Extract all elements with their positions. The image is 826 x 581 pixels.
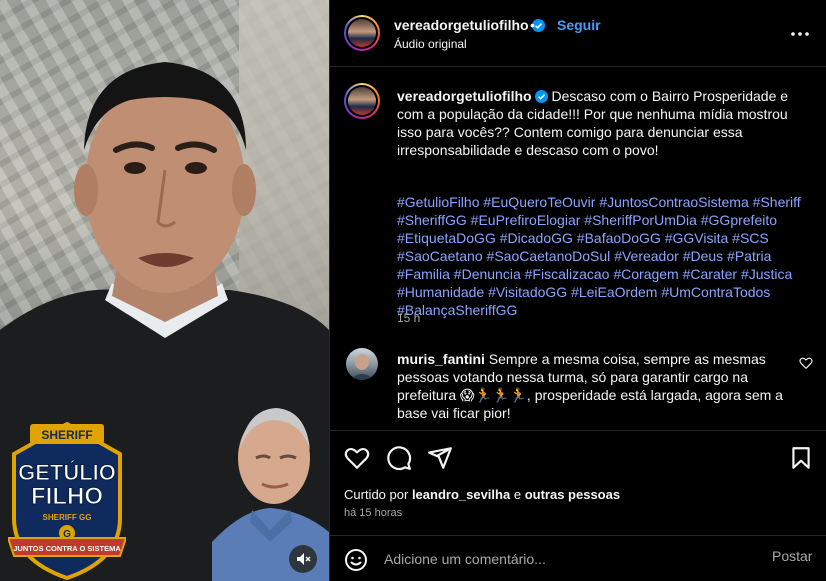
hashtag-link[interactable]: #Vereador	[614, 248, 679, 264]
author-username[interactable]: vereadorgetuliofilho	[394, 17, 545, 33]
commenter-avatar[interactable]	[346, 348, 378, 380]
hashtag-link[interactable]: #Coragem	[613, 266, 678, 282]
hashtag-link[interactable]: #VisitadoGG	[488, 284, 567, 300]
commenter-username[interactable]: muris_fantini	[397, 351, 485, 367]
liked-by-and: e	[513, 487, 522, 502]
hashtag-link[interactable]: #GGVisita	[665, 230, 729, 246]
hashtag-link[interactable]: #SheriffPorUmDia	[584, 212, 697, 228]
caption-username[interactable]: vereadorgetuliofilho	[397, 88, 532, 104]
mute-icon	[297, 553, 311, 565]
hashtag-link[interactable]: #UmContraTodos	[661, 284, 770, 300]
hashtag-link[interactable]: #GGprefeito	[701, 212, 777, 228]
hashtag-link[interactable]: #JuntosContraoSistema	[599, 194, 748, 210]
more-icon[interactable]	[788, 24, 812, 44]
hashtag-link[interactable]: #Patria	[727, 248, 771, 264]
badge-sub-text: SHERIFF GG	[43, 513, 92, 522]
liked-by-others[interactable]: outras pessoas	[525, 487, 620, 502]
hashtag-link[interactable]: #BafaoDoGG	[577, 230, 661, 246]
liked-by-user[interactable]: leandro_sevilha	[412, 487, 510, 502]
hashtag-link[interactable]: #Deus	[683, 248, 723, 264]
caption-hashtags: #GetulioFilho #EuQueroTeOuvir #JuntosCon…	[397, 193, 807, 319]
add-comment-input[interactable]	[384, 546, 754, 572]
share-icon[interactable]	[427, 445, 453, 471]
liked-by-line: Curtido por leandro_sevilha e outras pes…	[344, 487, 620, 502]
hashtag-link[interactable]: #SCS	[732, 230, 769, 246]
hashtag-link[interactable]: #Fiscalizacao	[525, 266, 610, 282]
badge-name-line1: GETÚLIO	[18, 460, 116, 485]
add-comment-bar: Postar	[330, 535, 826, 581]
hashtag-link[interactable]: #LeiEaOrdem	[571, 284, 657, 300]
hashtag-link[interactable]: #SaoCaetano	[397, 248, 483, 264]
hashtag-link[interactable]: #EuQueroTeOuvir	[483, 194, 595, 210]
verified-icon	[534, 90, 548, 103]
comment-text-block: muris_fantini Sempre a mesma coisa, semp…	[397, 350, 797, 422]
hashtag-link[interactable]: #Justica	[741, 266, 792, 282]
bookmark-icon[interactable]	[788, 445, 814, 471]
hashtag-link[interactable]: #EuPrefiroElogiar	[471, 212, 581, 228]
emoji-icon[interactable]	[344, 548, 368, 572]
post-comment-button[interactable]: Postar	[772, 548, 812, 564]
author-avatar[interactable]	[344, 15, 380, 51]
mute-button[interactable]	[289, 545, 317, 573]
comment-like-heart-icon[interactable]	[799, 356, 813, 370]
heart-icon[interactable]	[344, 445, 370, 471]
hashtag-link[interactable]: #EtiquetaDoGG	[397, 230, 496, 246]
comments-scroll-area[interactable]: vereadorgetuliofilho Descaso com o Bairr…	[330, 68, 826, 430]
follow-button[interactable]: Seguir	[557, 17, 601, 33]
hashtag-link[interactable]: #DicadoGG	[500, 230, 573, 246]
hashtag-link[interactable]: #Humanidade	[397, 284, 484, 300]
post-header: vereadorgetuliofilho • Seguir Áudio orig…	[330, 0, 826, 67]
hashtag-link[interactable]: #SheriffGG	[397, 212, 467, 228]
liked-by-prefix: Curtido por	[344, 487, 409, 502]
video-player[interactable]: SHERIFF GETÚLIO FILHO SHERIFF GG G JUNTO…	[0, 0, 329, 581]
caption-author-avatar[interactable]	[344, 83, 380, 119]
hashtag-link[interactable]: #SaoCaetanoDoSul	[487, 248, 611, 264]
hashtag-link[interactable]: #GetulioFilho	[397, 194, 480, 210]
post-details-panel: vereadorgetuliofilho • Seguir Áudio orig…	[329, 0, 826, 581]
header-separator-dot: •	[530, 17, 535, 33]
post-time-ago[interactable]: há 15 horas	[344, 507, 402, 519]
hashtag-link[interactable]: #Denuncia	[454, 266, 521, 282]
hashtag-link[interactable]: #Carater	[683, 266, 737, 282]
badge-name-line2: FILHO	[31, 483, 103, 510]
hashtag-link[interactable]: #Familia	[397, 266, 450, 282]
badge-ribbon-text: JUNTOS CONTRA O SISTEMA	[13, 544, 121, 553]
instagram-post-view: SHERIFF GETÚLIO FILHO SHERIFF GG G JUNTO…	[0, 0, 826, 581]
original-audio-link[interactable]: Áudio original	[394, 37, 467, 51]
sheriff-badge-logo: SHERIFF GETÚLIO FILHO SHERIFF GG G JUNTO…	[8, 421, 126, 580]
badge-top-text: SHERIFF	[41, 428, 92, 442]
post-actions-bar	[330, 430, 826, 485]
caption-text-block: vereadorgetuliofilho Descaso com o Bairr…	[397, 87, 811, 159]
caption-time: 15 h	[397, 311, 421, 325]
comment-icon[interactable]	[386, 445, 412, 471]
hashtag-link[interactable]: #Sheriff	[753, 194, 801, 210]
